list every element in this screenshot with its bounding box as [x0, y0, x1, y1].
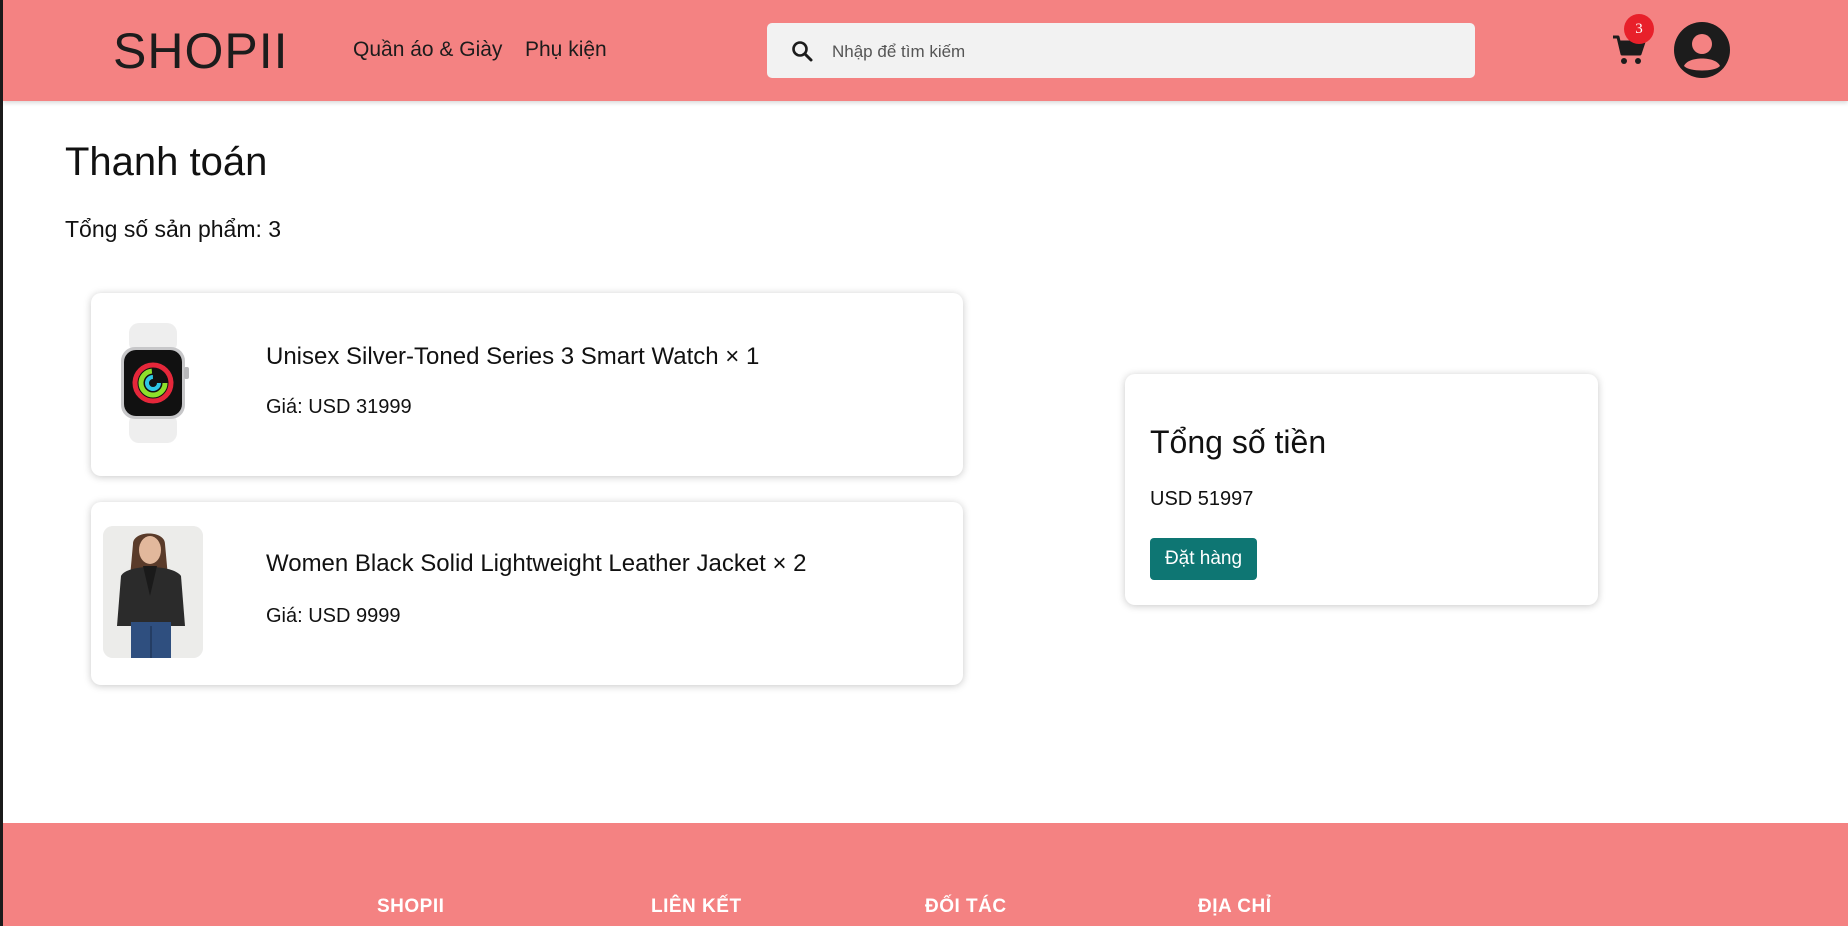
product-name[interactable]: Unisex Silver-Toned Series 3 Smart Watch…: [266, 343, 759, 371]
brand-logo[interactable]: SHOPII: [113, 22, 288, 80]
search-input[interactable]: [830, 23, 1454, 80]
page-title: Thanh toán: [65, 140, 268, 184]
window-edge: [0, 0, 3, 926]
product-image-leather-jacket: [103, 526, 203, 658]
footer-heading-links: LIÊN KẾT: [651, 896, 742, 917]
footer-heading-partners: ĐỐI TÁC: [925, 896, 1007, 917]
nav-clothes-shoes[interactable]: Quần áo & Giày: [353, 38, 502, 62]
user-circle-icon[interactable]: [1674, 22, 1730, 78]
product-price: Giá: USD 31999: [266, 396, 412, 418]
product-count: Tổng số sản phẩm: 3: [65, 216, 282, 242]
order-summary-card: Tổng số tiền USD 51997 Đặt hàng: [1125, 374, 1598, 605]
cart-count-badge: 3: [1624, 14, 1654, 44]
place-order-button[interactable]: Đặt hàng: [1150, 538, 1257, 580]
site-header: SHOPII Quần áo & Giày Phụ kiện 3: [3, 0, 1848, 101]
product-price: Giá: USD 9999: [266, 605, 401, 627]
product-name[interactable]: Women Black Solid Lightweight Leather Ja…: [266, 550, 807, 578]
cart-item: Unisex Silver-Toned Series 3 Smart Watch…: [91, 293, 963, 476]
footer-heading-shopii: SHOPII: [377, 896, 445, 917]
footer-heading-address: ĐỊA CHỈ: [1198, 896, 1272, 917]
product-image-smart-watch: [103, 317, 203, 449]
summary-total: USD 51997: [1150, 488, 1254, 510]
summary-title: Tổng số tiền: [1150, 424, 1327, 460]
cart-item: Women Black Solid Lightweight Leather Ja…: [91, 502, 963, 685]
site-footer: SHOPII LIÊN KẾT ĐỐI TÁC ĐỊA CHỈ: [3, 823, 1848, 926]
search-bar: [767, 23, 1475, 80]
search-icon[interactable]: [790, 39, 814, 63]
nav-accessories[interactable]: Phụ kiện: [525, 38, 607, 62]
